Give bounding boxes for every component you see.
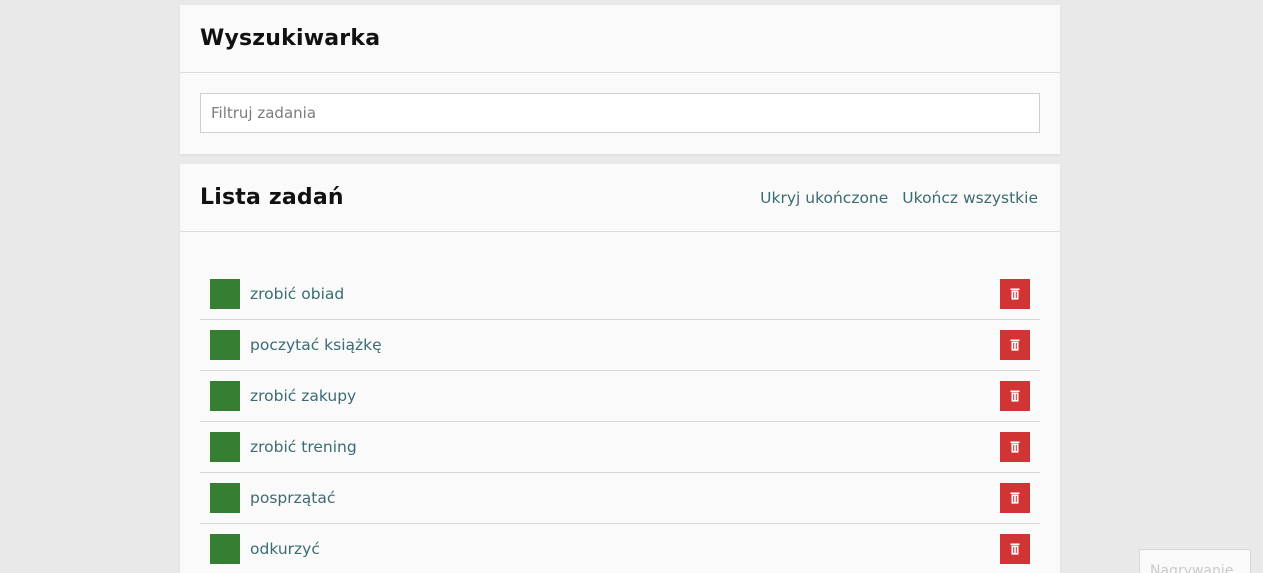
trash-icon (1010, 543, 1020, 555)
task-label[interactable]: poczytać książkę (250, 336, 1000, 354)
search-panel-header: Wyszukiwarka (180, 5, 1060, 73)
delete-task-button[interactable] (1000, 381, 1030, 411)
trash-icon (1010, 441, 1020, 453)
delete-task-button[interactable] (1000, 279, 1030, 309)
task-label[interactable]: zrobić zakupy (250, 387, 1000, 405)
delete-task-button[interactable] (1000, 483, 1030, 513)
task-list-actions: Ukryj ukończone Ukończ wszystkie (748, 189, 1040, 207)
trash-icon (1010, 390, 1020, 402)
todo-page: Wyszukiwarka Lista zadań Ukryj ukończone… (0, 0, 1263, 573)
task-row: zrobić trening (200, 422, 1040, 473)
task-row: zrobić obiad (200, 269, 1040, 320)
complete-task-button[interactable] (210, 381, 240, 411)
search-panel-title: Wyszukiwarka (200, 26, 381, 51)
trash-icon (1010, 339, 1020, 351)
task-row: posprzątać (200, 473, 1040, 524)
complete-task-button[interactable] (210, 483, 240, 513)
task-row: odkurzyć (200, 524, 1040, 573)
trash-icon (1010, 288, 1020, 300)
task-row: zrobić zakupy (200, 371, 1040, 422)
recording-indicator: Nagrywanie (1139, 549, 1251, 573)
hide-completed-link[interactable]: Ukryj ukończone (760, 189, 888, 207)
complete-task-button[interactable] (210, 330, 240, 360)
complete-task-button[interactable] (210, 279, 240, 309)
complete-task-button[interactable] (210, 432, 240, 462)
task-list-header: Lista zadań Ukryj ukończone Ukończ wszys… (180, 164, 1060, 232)
delete-task-button[interactable] (1000, 432, 1030, 462)
task-row: poczytać książkę (200, 320, 1040, 371)
task-label[interactable]: odkurzyć (250, 540, 1000, 558)
task-label[interactable]: posprzątać (250, 489, 1000, 507)
delete-task-button[interactable] (1000, 534, 1030, 564)
delete-task-button[interactable] (1000, 330, 1030, 360)
task-list-title: Lista zadań (200, 185, 344, 210)
complete-all-link[interactable]: Ukończ wszystkie (902, 189, 1038, 207)
task-list-panel: Lista zadań Ukryj ukończone Ukończ wszys… (180, 164, 1060, 573)
task-label[interactable]: zrobić obiad (250, 285, 1000, 303)
trash-icon (1010, 492, 1020, 504)
task-label[interactable]: zrobić trening (250, 438, 1000, 456)
search-panel-body (180, 73, 1060, 153)
search-panel: Wyszukiwarka (180, 5, 1060, 154)
task-list: zrobić obiad poczytać książkę zrobić zak… (200, 269, 1040, 573)
complete-task-button[interactable] (210, 534, 240, 564)
task-filter-input[interactable] (200, 93, 1040, 133)
